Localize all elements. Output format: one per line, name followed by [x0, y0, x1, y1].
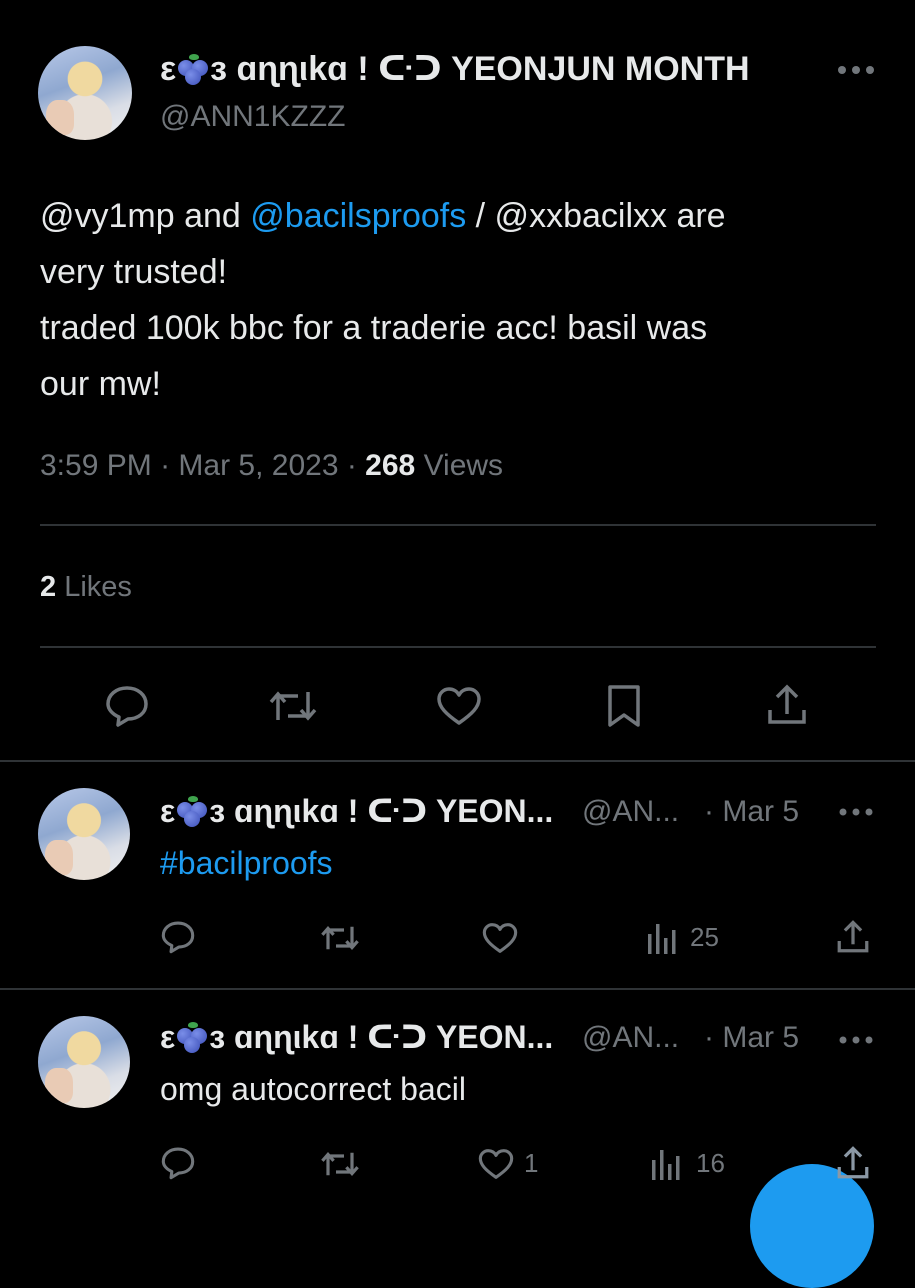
blueberry-emoji [176, 54, 210, 85]
author-handle[interactable]: @ANN1KZZZ [160, 98, 345, 136]
tweet-meta: 3:59 PM · Mar 5, 2023 · 268 Views [40, 449, 504, 482]
tweet-line-4: our mw! [40, 365, 161, 403]
views-label: Views [415, 449, 504, 482]
blueberry-emoji [175, 1022, 209, 1053]
display-name[interactable]: εз ɑɳɳιkɑ ! ᑢᑐ YEON... [160, 793, 553, 829]
divider [40, 646, 876, 648]
tweet-date[interactable]: Mar 5, 2023 [178, 449, 338, 482]
reply-text: omg autocorrect bacil [160, 1071, 466, 1107]
hashtag-bacilproofs[interactable]: #bacilproofs [160, 842, 333, 884]
heart-icon[interactable] [478, 1148, 514, 1180]
bookmark-icon[interactable] [606, 684, 642, 728]
heart-icon[interactable] [436, 686, 482, 726]
tweet-line-3: traded 100k bbc for a traderie acc! basi… [40, 309, 708, 347]
heart-icon[interactable] [482, 922, 518, 954]
retweet-icon[interactable] [320, 1148, 360, 1180]
display-name[interactable]: εз ɑɳɳιkɑ ! ᑢᑐ YEON... [160, 1019, 553, 1055]
like-count: 1 [524, 1148, 539, 1178]
views-count: 25 [690, 922, 719, 952]
display-name[interactable]: εз ɑɳɳιkɑ ! ᑢᑐ YEONJUN MONTH [160, 50, 750, 88]
reply-icon[interactable] [104, 684, 150, 728]
divider [0, 988, 915, 990]
mention-vy1mp[interactable]: @vy1mp [40, 197, 175, 235]
share-icon[interactable] [836, 918, 870, 956]
retweet-icon[interactable] [320, 922, 360, 954]
blueberry-emoji [175, 796, 209, 827]
more-icon[interactable] [836, 64, 876, 76]
retweet-icon[interactable] [268, 686, 318, 726]
share-icon[interactable] [766, 682, 808, 728]
author-handle[interactable]: @AN... [582, 792, 679, 832]
reply-date[interactable]: · Mar 5 [704, 1018, 799, 1058]
more-icon[interactable] [838, 806, 874, 818]
tweet-line-2: very trusted! [40, 253, 228, 291]
divider [0, 760, 915, 762]
tweet-text: @vy1mp and @bacilsproofs / @xxbacilxx ar… [40, 188, 880, 412]
views-count: 268 [365, 449, 416, 482]
tweet-time[interactable]: 3:59 PM [40, 449, 152, 482]
reply-date[interactable]: · Mar 5 [704, 792, 799, 832]
reply-icon[interactable] [160, 1146, 196, 1180]
avatar[interactable] [38, 46, 132, 140]
divider [40, 524, 876, 526]
views-icon[interactable] [650, 1146, 682, 1182]
views-count: 16 [696, 1148, 725, 1178]
reply-icon[interactable] [160, 920, 196, 954]
tweet-line-1: @vy1mp and @bacilsproofs / @xxbacilxx ar… [40, 197, 726, 235]
avatar[interactable] [38, 788, 130, 880]
views-icon[interactable] [646, 920, 678, 956]
share-icon[interactable] [836, 1144, 870, 1182]
author-handle[interactable]: @AN... [582, 1018, 679, 1058]
avatar[interactable] [38, 1016, 130, 1108]
likes-stat[interactable]: 2 Likes [40, 568, 132, 606]
more-icon[interactable] [838, 1034, 874, 1046]
author-line: εз ɑɳɳιkɑ ! ᑢᑐ YEONJUN MONTH [160, 48, 750, 90]
mention-bacilsproofs[interactable]: @bacilsproofs [250, 197, 466, 235]
compose-button[interactable] [750, 1164, 874, 1288]
